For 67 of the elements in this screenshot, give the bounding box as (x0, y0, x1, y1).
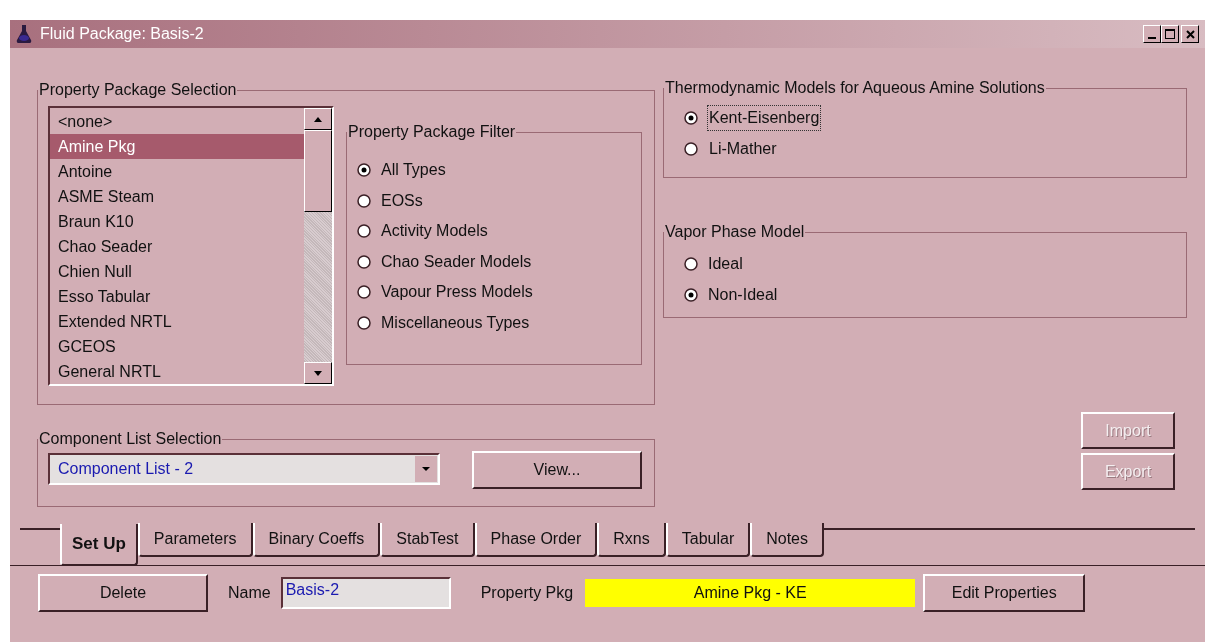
package-listbox[interactable]: <none> Amine Pkg Antoine ASME Steam Braun K10 Chao Seader Chien Null Esso Tabular Extended NRTL GCEOS General NRTL (48, 106, 334, 386)
scroll-thumb[interactable] (304, 130, 332, 212)
tab[interactable]: Binary Coeffs (252, 523, 381, 557)
radio-button[interactable] (684, 111, 698, 125)
radio-label: Kent-Eisenberg (708, 106, 821, 130)
list-item[interactable]: ASME Steam (50, 184, 304, 209)
list-item[interactable]: Antoine (50, 159, 304, 184)
radio-button[interactable] (684, 257, 698, 271)
component-list-dropdown[interactable]: Component List - 2 (48, 453, 440, 485)
name-label: Name (228, 583, 271, 603)
radio-label: Miscellaneous Types (381, 312, 530, 333)
radio-label: All Types (381, 160, 446, 180)
list-item[interactable]: Braun K10 (50, 209, 304, 234)
list-item[interactable]: General NRTL (50, 359, 304, 384)
close-button[interactable] (1181, 25, 1199, 43)
radio-label: Vapour Press Models (381, 282, 533, 302)
delete-button[interactable]: Delete (38, 574, 208, 612)
group-label: Thermodynamic Models for Aqueous Amine Solutions (664, 78, 1046, 98)
minimize-icon (1148, 37, 1156, 39)
list-item[interactable]: Amine Pkg (50, 134, 304, 159)
tab[interactable]: Phase Order (474, 523, 598, 557)
group-label: Component List Selection (38, 429, 223, 449)
radio-button[interactable] (684, 288, 698, 302)
radio-button[interactable] (357, 193, 371, 208)
radio-button[interactable] (684, 142, 698, 156)
edit-properties-button[interactable]: Edit Properties (923, 574, 1086, 612)
tab[interactable]: StabTest (380, 523, 475, 557)
list-item[interactable]: GCEOS (50, 334, 304, 359)
radio-label: Activity Models (381, 221, 488, 241)
radio-label: Li-Mather (708, 139, 778, 159)
list-item[interactable]: Chao Seader (50, 234, 304, 259)
radio-button[interactable] (357, 163, 371, 177)
group-label: Vapor Phase Model (664, 222, 806, 242)
close-icon (1185, 29, 1195, 39)
group-label: Property Package Selection (38, 80, 238, 100)
tab[interactable]: Parameters (137, 523, 253, 557)
property-pkg-value: Amine Pkg - KE (585, 579, 916, 607)
radio-label: Ideal (708, 254, 743, 274)
radio-button[interactable] (357, 254, 371, 269)
name-field[interactable]: Basis-2 (280, 577, 451, 609)
minimize-button[interactable] (1143, 25, 1161, 43)
down-arrow-icon (314, 370, 322, 376)
list-item[interactable]: <none> (50, 109, 304, 134)
radio-label: Chao Seader Models (381, 251, 532, 272)
window-title: Fluid Package: Basis-2 (40, 24, 204, 44)
radio-button[interactable] (357, 224, 371, 238)
scroll-down-button[interactable] (304, 362, 332, 384)
property-pkg-label: Property Pkg (480, 583, 574, 603)
list-item[interactable]: Extended NRTL (50, 309, 304, 334)
group-label: Property Package Filter (347, 122, 517, 142)
maximize-button[interactable] (1161, 25, 1179, 43)
tab[interactable]: Notes (750, 523, 824, 557)
maximize-icon (1165, 29, 1175, 39)
list-item[interactable]: Chien Null (50, 259, 304, 284)
list-item[interactable]: Esso Tabular (50, 284, 304, 309)
radio-label: EOSs (381, 190, 423, 211)
up-arrow-icon (314, 116, 322, 122)
radio-label: Non-Ideal (708, 285, 778, 305)
flask-icon (16, 24, 32, 44)
scroll-up-button[interactable] (304, 108, 332, 130)
tab[interactable]: Rxns (597, 523, 666, 557)
radio-button[interactable] (357, 285, 371, 299)
radio-button[interactable] (357, 315, 371, 330)
tab[interactable]: Set Up (60, 524, 138, 566)
tab[interactable]: Tabular (665, 523, 751, 557)
scrollbar[interactable] (304, 108, 332, 384)
view-button[interactable]: View... (472, 451, 642, 489)
